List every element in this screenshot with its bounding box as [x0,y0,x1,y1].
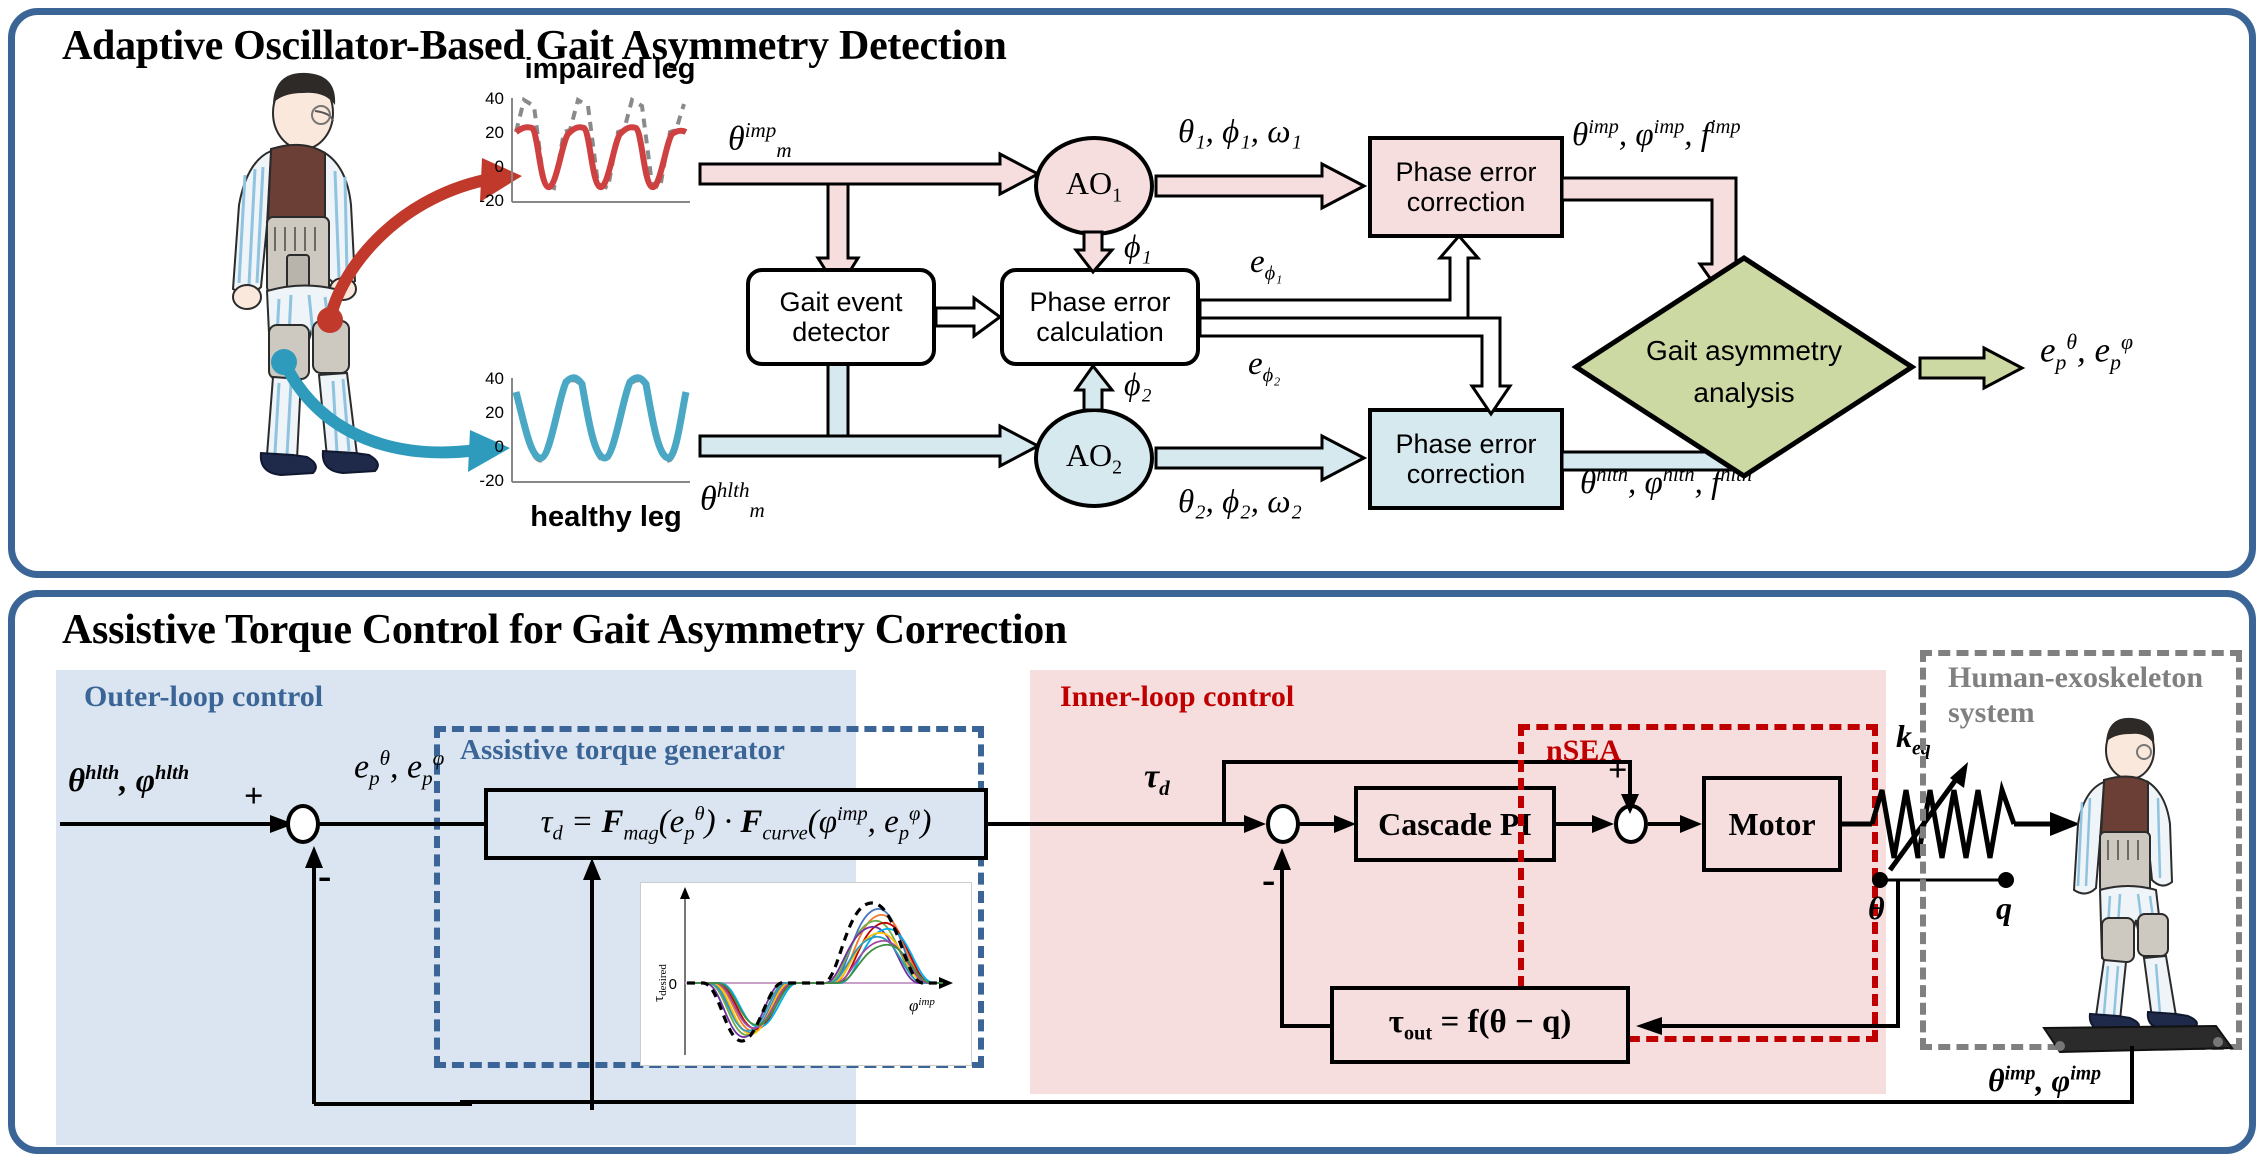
label-error-signal: epθ, epφ [354,746,445,791]
feedback-vertical-to-summer [305,846,323,1104]
svg-text:20: 20 [485,123,504,142]
svg-text:analysis: analysis [1693,377,1794,408]
feedback-path-imp-to-outer-summer [460,1046,2134,1104]
svg-text:40: 40 [485,89,504,108]
label-plus-outer: + [244,778,264,815]
block-motor: Motor [1702,776,1842,872]
nsea-title: nSEA [1546,734,1622,767]
human-exoskeleton-illustration [2042,717,2234,1054]
summing-junction-outer [286,804,320,844]
label-theta-m-hlth: θhlthm [700,478,765,523]
svg-text:-20: -20 [479,471,504,490]
arrow-phi1 [1072,230,1116,275]
svg-text:0: 0 [495,437,504,456]
healthy-leg-chart: 40 20 0 -20 [479,369,690,490]
label-phi2: ϕ₂ [1124,366,1152,402]
svg-text:-20: -20 [479,191,504,210]
block-gait-event-detector: Gait event detector [746,268,936,366]
arrow-tau-out-to-inner-summer [1273,848,1330,1028]
feedback-corner-left [314,1102,472,1106]
arrow-phi2 [1073,363,1116,412]
block-gait-asymmetry-analysis: Gait asymmetry analysis [1571,255,1917,479]
arrow-to-motor [1648,815,1702,833]
arrow-ao2-output [1154,433,1368,483]
block-torque-equation: τd = Fmag(epθ) · Fcurve(φimp, epφ) [484,788,988,860]
svg-text:φimp: φimp [909,996,935,1015]
label-input-hlth: θhlth, φhlth [68,762,190,799]
inset-torque-profile-chart: 0 τdesired φimp [640,882,972,1066]
label-asymmetry-output: epθ, epφ [2040,330,2133,375]
arrow-ao1-output [1154,161,1368,211]
outer-loop-control-title: Outer-loop control [84,680,324,713]
svg-text:40: 40 [485,369,504,388]
svg-text:0: 0 [669,976,677,993]
inner-loop-control-title: Inner-loop control [1060,680,1295,713]
impaired-leg-caption: impaired leg [524,52,696,85]
arrow-asymmetry-output [1918,345,2026,391]
label-ao2-output: θ₂, ϕ₂, ω₂ [1178,484,1303,520]
svg-text:Gait asymmetry: Gait asymmetry [1646,335,1842,366]
block-ao2: AO2 [1034,408,1154,508]
label-feedback-imp: θimp, φimp [1988,1062,2102,1098]
block-tau-out-equation: τout = f(θ − q) [1330,986,1630,1064]
arrow-input-to-summer [60,815,294,833]
svg-text:0: 0 [495,157,504,176]
panel-bottom-title: Assistive Torque Control for Gait Asymme… [62,607,1067,653]
block-phase-error-correction-impaired: Phase error correction [1368,136,1564,238]
assistive-torque-generator-title: Assistive torque generator [460,734,785,766]
svg-text:20: 20 [485,403,504,422]
label-imp-triplet: θimp, φimp, fimp [1572,116,1741,153]
label-ao1-output: θ₁, ϕ₁, ω₁ [1178,114,1303,150]
impaired-leg-chart: 40 20 0 -20 [479,89,690,210]
block-ao1: AO1 [1034,136,1154,236]
label-tau-d: τd [1144,758,1170,800]
feedback-phi-imp-to-torque-block [583,858,601,1110]
healthy-leg-caption: healthy leg [530,500,682,533]
svg-text:τdesired: τdesired [651,964,669,1002]
arrow-spring-to-tau-out [1636,880,1900,1035]
label-e-phi2: eϕ₂ [1248,346,1281,387]
block-phase-error-calculation: Phase error calculation [1000,268,1200,366]
label-phi1: ϕ₁ [1124,228,1152,264]
label-e-phi1: eϕ₁ [1250,244,1283,285]
arrow-detector-to-calculation [934,295,1003,339]
